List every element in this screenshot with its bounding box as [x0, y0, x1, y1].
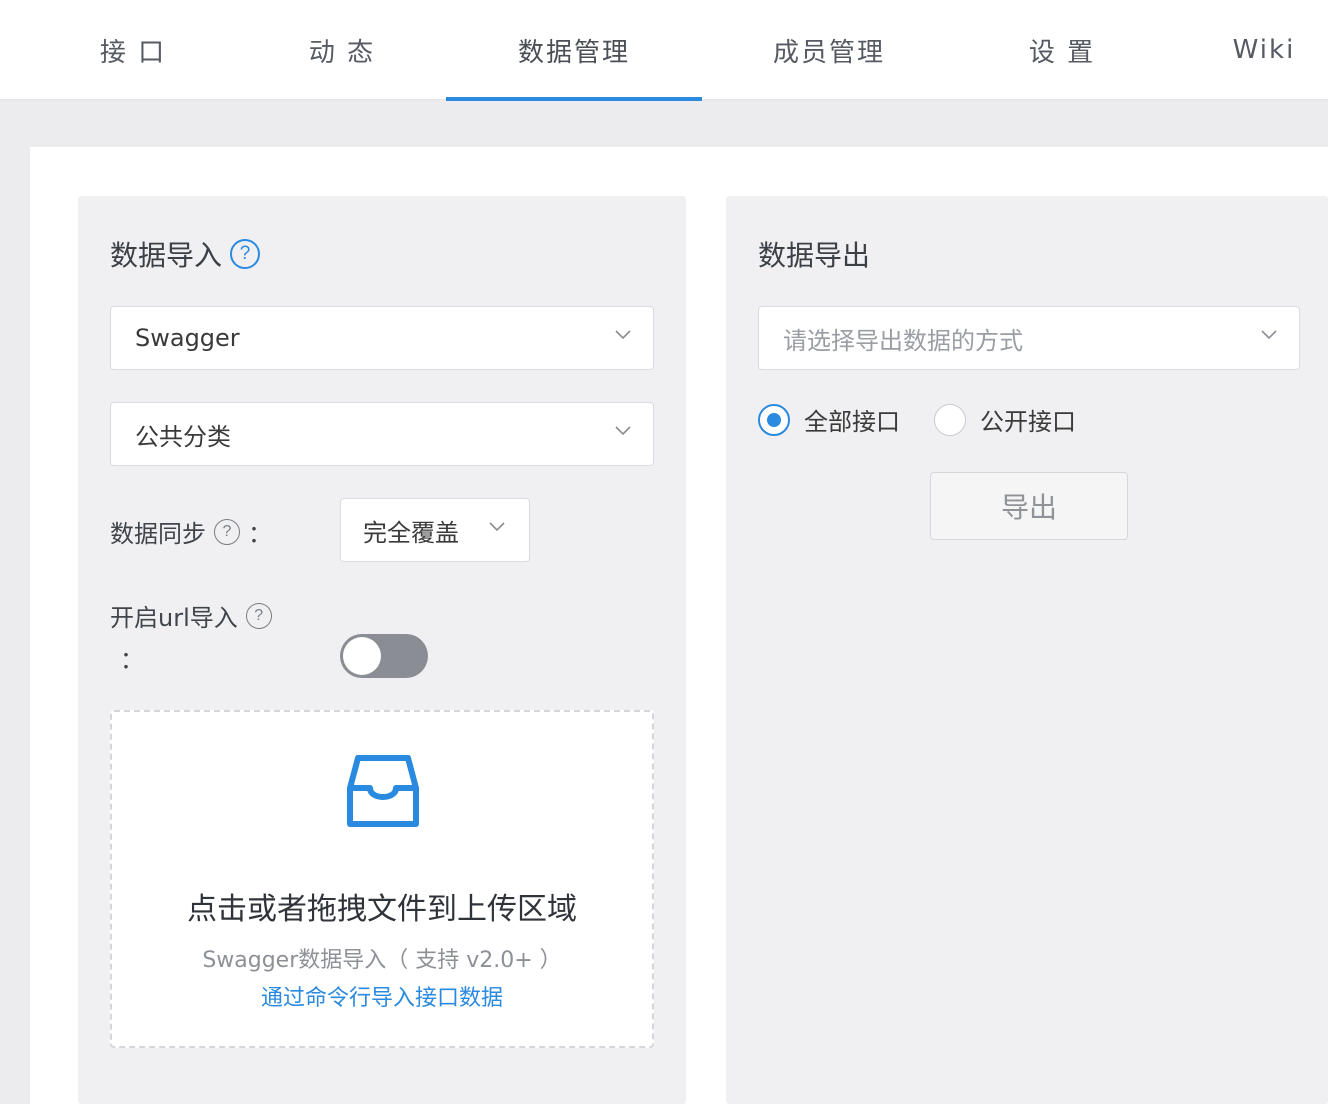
import-title-row: 数据导入 ? — [110, 234, 261, 274]
sync-label: 数据同步 — [110, 520, 206, 548]
export-button[interactable]: 导出 — [930, 472, 1128, 540]
inbox-icon — [347, 755, 419, 827]
sync-colon: ： — [248, 520, 272, 548]
radio-all-interfaces[interactable]: 全部接口 — [758, 402, 900, 437]
tab-interface[interactable]: 接 口 — [64, 0, 202, 100]
radio-indicator — [758, 403, 790, 436]
sync-label-row: 数据同步 ? ： — [110, 514, 272, 549]
upload-dropzone[interactable]: 点击或者拖拽文件到上传区域 Swagger数据导入（ 支持 v2.0+ ） 通过… — [110, 710, 654, 1048]
help-icon[interactable]: ? — [230, 239, 261, 269]
sync-mode-select[interactable]: 完全覆盖 — [340, 498, 530, 562]
chevron-down-icon — [615, 330, 631, 340]
url-import-colon: ： — [120, 646, 144, 674]
import-type-value: Swagger — [135, 324, 240, 352]
export-scope-radio-group: 全部接口 公开接口 — [758, 402, 1110, 437]
radio-public-interfaces[interactable]: 公开接口 — [934, 402, 1076, 437]
import-title: 数据导入 — [110, 239, 223, 272]
sync-mode-value: 完全覆盖 — [363, 518, 459, 547]
data-import-card: 数据导入 ? Swagger 公共分类 数据同步 ? ： 完全覆盖 开启url导… — [78, 196, 686, 1104]
tab-data-management[interactable]: 数据管理 — [446, 0, 702, 101]
url-import-label-row: 开启url导入 ? — [110, 598, 272, 633]
export-method-placeholder: 请选择导出数据的方式 — [783, 326, 1023, 355]
top-tab-bar: 接 口 动 态 数据管理 成员管理 设 置 Wiki — [0, 0, 1328, 101]
url-import-colon-row: ： — [120, 640, 144, 675]
data-export-card: 数据导出 请选择导出数据的方式 全部接口 公开接口 导出 — [726, 196, 1328, 1104]
export-title: 数据导出 — [758, 239, 871, 272]
cli-import-link[interactable]: 通过命令行导入接口数据 — [112, 980, 652, 1012]
tab-settings[interactable]: 设 置 — [998, 0, 1126, 100]
dropzone-hint: Swagger数据导入（ 支持 v2.0+ ） — [202, 948, 562, 973]
dropzone-title: 点击或者拖拽文件到上传区域 — [187, 892, 577, 927]
chevron-down-icon — [1261, 330, 1277, 340]
tab-member-management[interactable]: 成员管理 — [740, 0, 918, 100]
chevron-down-icon — [615, 426, 631, 436]
import-type-select[interactable]: Swagger — [110, 306, 654, 370]
radio-indicator — [934, 403, 966, 436]
radio-all-label: 全部接口 — [804, 408, 900, 436]
tab-wiki[interactable]: Wiki — [1210, 0, 1318, 100]
category-value: 公共分类 — [135, 422, 231, 451]
content-panel: 数据导入 ? Swagger 公共分类 数据同步 ? ： 完全覆盖 开启url导… — [30, 147, 1328, 1104]
help-icon[interactable]: ? — [245, 602, 272, 629]
chevron-down-icon — [489, 522, 505, 532]
url-import-label: 开启url导入 — [110, 604, 238, 632]
url-import-toggle[interactable] — [340, 634, 428, 678]
toggle-knob — [343, 637, 381, 675]
radio-public-label: 公开接口 — [980, 408, 1076, 436]
category-select[interactable]: 公共分类 — [110, 402, 654, 466]
help-icon[interactable]: ? — [214, 518, 240, 545]
export-method-select[interactable]: 请选择导出数据的方式 — [758, 306, 1300, 370]
tab-activity[interactable]: 动 态 — [272, 0, 412, 100]
